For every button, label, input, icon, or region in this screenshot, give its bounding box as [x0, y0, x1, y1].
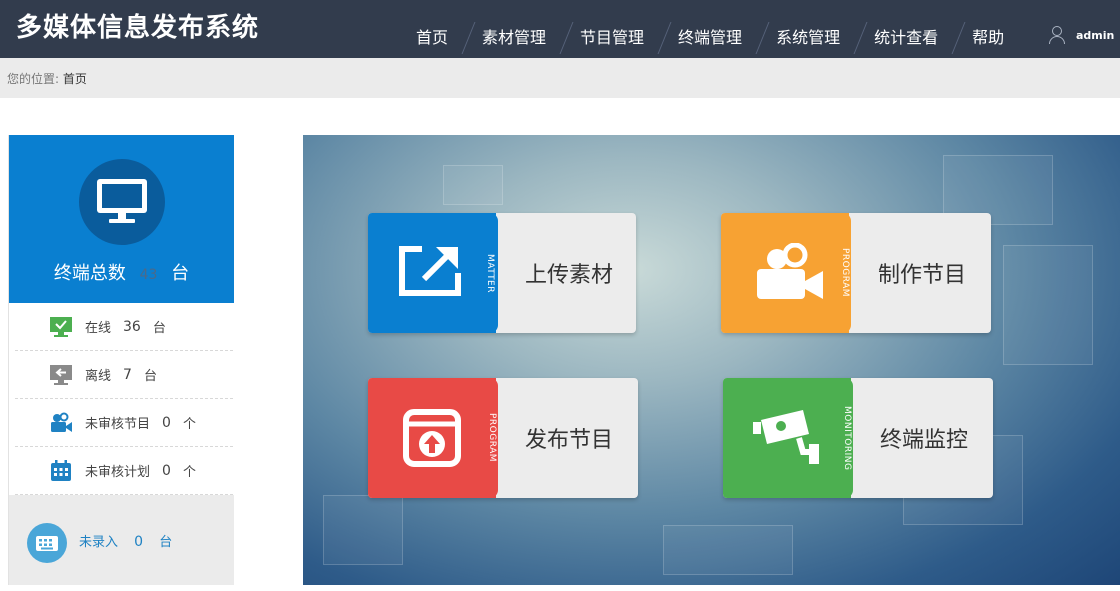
background-decoration	[663, 525, 793, 575]
stat-unreviewed-programs-label: 未审核节目	[85, 417, 151, 432]
nav-separator	[756, 22, 770, 52]
upload-icon	[399, 246, 461, 296]
terminal-total-unit: 台	[171, 263, 190, 284]
terminal-monitoring-tile[interactable]: MONITORING 终端监控	[723, 378, 993, 498]
stat-offline[interactable]: 离线 7 台	[15, 351, 233, 399]
terminal-stats-panel: 终端总数 43 台 在线 36 台 离线 7 台 未审核节目 0 个 未审核计划…	[8, 135, 234, 585]
stat-unregistered-value: 0	[134, 534, 144, 550]
breadcrumb-prefix: 您的位置:	[7, 72, 60, 86]
nav-separator	[462, 22, 476, 52]
stat-online-label: 在线	[85, 321, 112, 336]
video-camera-icon	[757, 243, 823, 299]
stat-online[interactable]: 在线 36 台	[15, 303, 233, 351]
terminal-monitoring-label: 终端监控	[880, 428, 969, 453]
stat-offline-value: 7	[123, 366, 132, 383]
stat-unreviewed-plans-label: 未审核计划	[85, 465, 151, 480]
publish-program-tile[interactable]: PROGRAM 发布节目	[368, 378, 638, 498]
quick-actions-panel: MATTER 上传素材 PROGRAM 制作节目 PROGRAM 发布节目 MO…	[303, 135, 1120, 585]
stat-offline-label: 离线	[85, 369, 112, 384]
background-decoration	[323, 495, 403, 565]
monitor-icon	[79, 159, 165, 245]
terminal-total-count: 43	[139, 267, 158, 283]
background-decoration	[1003, 245, 1093, 365]
stat-unregistered-unit: 台	[159, 535, 173, 550]
breadcrumb-current[interactable]: 首页	[63, 72, 87, 86]
terminal-total: 终端总数 43 台	[9, 259, 234, 285]
main-nav: 首页 素材管理 节目管理 终端管理 系统管理 统计查看 帮助	[410, 0, 1018, 58]
nav-home[interactable]: 首页	[410, 0, 454, 58]
nav-separator	[952, 22, 966, 52]
background-decoration	[443, 165, 503, 205]
stat-unreviewed-programs-unit: 个	[182, 417, 196, 432]
cctv-icon	[753, 410, 819, 464]
top-header: 多媒体信息发布系统 首页 素材管理 节目管理 终端管理 系统管理 统计查看 帮助…	[0, 0, 1120, 58]
stat-online-value: 36	[123, 318, 141, 335]
publish-icon	[403, 409, 461, 467]
online-monitor-icon	[49, 316, 73, 338]
upload-material-tile[interactable]: MATTER 上传素材	[368, 213, 636, 333]
nav-system[interactable]: 系统管理	[770, 0, 846, 58]
offline-monitor-icon	[49, 364, 73, 386]
terminal-total-label: 终端总数	[53, 263, 126, 284]
user-icon	[1048, 26, 1066, 44]
nav-separator	[560, 22, 574, 52]
terminal-monitoring-tag: MONITORING	[842, 405, 852, 471]
publish-program-tag: PROGRAM	[487, 413, 497, 463]
stat-unregistered[interactable]: 未录入 0 台	[9, 495, 234, 585]
stat-unreviewed-programs[interactable]: 未审核节目 0 个	[15, 399, 233, 447]
stat-unreviewed-plans[interactable]: 未审核计划 0 个	[15, 447, 233, 495]
publish-program-label: 发布节目	[525, 428, 614, 453]
camera-icon	[49, 412, 73, 434]
nav-material[interactable]: 素材管理	[476, 0, 552, 58]
stat-unreviewed-programs-value: 0	[162, 414, 171, 431]
keyboard-icon	[27, 523, 67, 563]
make-program-label: 制作节目	[878, 263, 967, 288]
stat-online-unit: 台	[152, 321, 166, 336]
stat-unreviewed-plans-value: 0	[162, 462, 171, 479]
upload-material-tag: MATTER	[485, 253, 495, 293]
nav-help[interactable]: 帮助	[966, 0, 1010, 58]
nav-statistics[interactable]: 统计查看	[868, 0, 944, 58]
breadcrumb: 您的位置: 首页	[7, 70, 87, 87]
stat-offline-unit: 台	[143, 369, 157, 384]
nav-separator	[854, 22, 868, 52]
upload-material-label: 上传素材	[525, 263, 614, 288]
breadcrumb-bar: 您的位置: 首页	[0, 58, 1120, 98]
make-program-tag: PROGRAM	[840, 248, 850, 298]
nav-program[interactable]: 节目管理	[574, 0, 650, 58]
stat-unregistered-label: 未录入	[79, 535, 119, 550]
nav-terminal[interactable]: 终端管理	[672, 0, 748, 58]
app-title: 多媒体信息发布系统	[16, 13, 260, 43]
terminal-summary[interactable]: 终端总数 43 台	[9, 135, 234, 303]
stat-unregistered-text: 未录入 0 台	[79, 531, 172, 550]
user-menu[interactable]: admin	[1048, 26, 1114, 44]
stat-unreviewed-plans-unit: 个	[182, 465, 196, 480]
nav-separator	[658, 22, 672, 52]
make-program-tile[interactable]: PROGRAM 制作节目	[721, 213, 991, 333]
user-name: admin	[1076, 28, 1115, 42]
calendar-icon	[49, 459, 73, 482]
